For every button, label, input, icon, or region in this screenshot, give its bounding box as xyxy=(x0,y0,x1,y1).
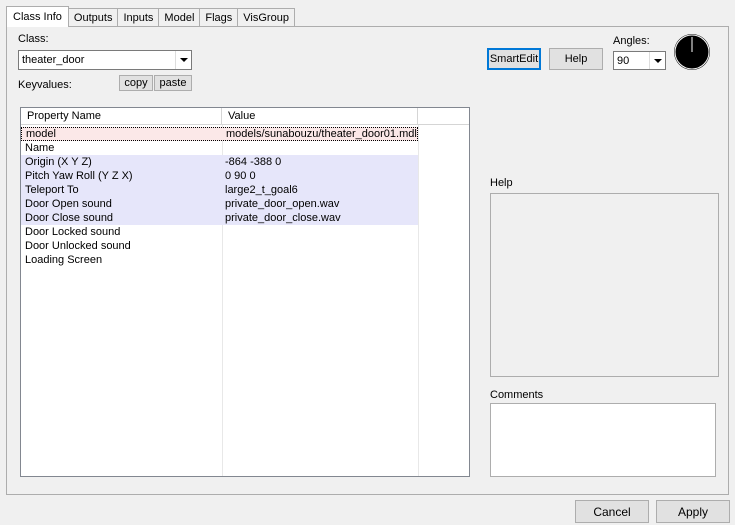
row-key: Loading Screen xyxy=(25,254,103,266)
help-section-label: Help xyxy=(490,177,513,189)
row-value: 0 90 0 xyxy=(225,170,256,182)
row-key: Door Close sound xyxy=(25,212,114,224)
table-row[interactable]: Teleport To large2_t_goal6 xyxy=(21,183,418,197)
keyvalues-label: Keyvalues: xyxy=(18,79,72,91)
class-value: theater_door xyxy=(22,54,85,66)
row-key: Name xyxy=(25,142,55,154)
column-header-filler xyxy=(418,108,469,125)
table-row[interactable]: Door Close sound private_door_close.wav xyxy=(21,211,418,225)
smartedit-button[interactable]: SmartEdit xyxy=(487,48,541,70)
row-value: models/sunabouzu/theater_door01.mdl xyxy=(226,128,417,140)
angles-combo[interactable]: 90 xyxy=(613,51,666,70)
table-row[interactable]: model models/sunabouzu/theater_door01.md… xyxy=(21,127,418,141)
tab-flags[interactable]: Flags xyxy=(199,8,239,27)
copy-button[interactable]: copy xyxy=(119,75,153,91)
table-row[interactable]: Door Unlocked sound xyxy=(21,239,418,253)
table-row[interactable]: Door Locked sound xyxy=(21,225,418,239)
row-value: private_door_close.wav xyxy=(225,212,341,224)
help-button[interactable]: Help xyxy=(549,48,603,70)
help-text-box xyxy=(490,193,719,377)
comments-label: Comments xyxy=(490,389,544,401)
column-divider xyxy=(418,125,419,476)
tab-model[interactable]: Model xyxy=(158,8,201,27)
tab-class-info[interactable]: Class Info xyxy=(6,6,69,27)
class-label: Class: xyxy=(18,33,49,45)
apply-button[interactable]: Apply xyxy=(656,500,730,523)
class-combo[interactable]: theater_door xyxy=(18,50,192,70)
column-header-property-name[interactable]: Property Name xyxy=(21,108,222,125)
table-row[interactable]: Name xyxy=(21,141,418,155)
keyvalues-grid[interactable]: Property Name Value model models/sunabou… xyxy=(20,107,470,477)
row-key: Door Unlocked sound xyxy=(25,240,131,252)
tab-inputs[interactable]: Inputs xyxy=(117,8,160,27)
table-row[interactable]: Loading Screen xyxy=(21,253,418,267)
chevron-down-icon[interactable] xyxy=(175,51,191,69)
angles-label: Angles: xyxy=(613,35,650,47)
chevron-down-icon[interactable] xyxy=(649,52,665,69)
row-key: Origin (X Y Z) xyxy=(25,156,92,168)
row-value: large2_t_goal6 xyxy=(225,184,298,196)
table-row[interactable]: Origin (X Y Z) -864 -388 0 xyxy=(21,155,418,169)
row-key: Door Open sound xyxy=(25,198,112,210)
paste-button[interactable]: paste xyxy=(154,75,192,91)
cancel-button[interactable]: Cancel xyxy=(575,500,649,523)
row-key: Teleport To xyxy=(25,184,79,196)
table-row[interactable]: Door Open sound private_door_open.wav xyxy=(21,197,418,211)
row-key: model xyxy=(26,128,56,140)
tab-visgroup[interactable]: VisGroup xyxy=(237,8,295,27)
table-row[interactable]: Pitch Yaw Roll (Y Z X) 0 90 0 xyxy=(21,169,418,183)
tab-outputs[interactable]: Outputs xyxy=(67,8,119,27)
row-value: -864 -388 0 xyxy=(225,156,282,168)
angles-value: 90 xyxy=(617,54,630,67)
row-key: Door Locked sound xyxy=(25,226,121,238)
row-value: private_door_open.wav xyxy=(225,198,340,210)
row-key: Pitch Yaw Roll (Y Z X) xyxy=(25,170,133,182)
angle-dial-icon[interactable] xyxy=(673,33,711,71)
column-header-value[interactable]: Value xyxy=(222,108,418,125)
tab-strip: Class Info Outputs Inputs Model Flags Vi… xyxy=(6,6,295,27)
comments-field[interactable] xyxy=(490,403,716,477)
